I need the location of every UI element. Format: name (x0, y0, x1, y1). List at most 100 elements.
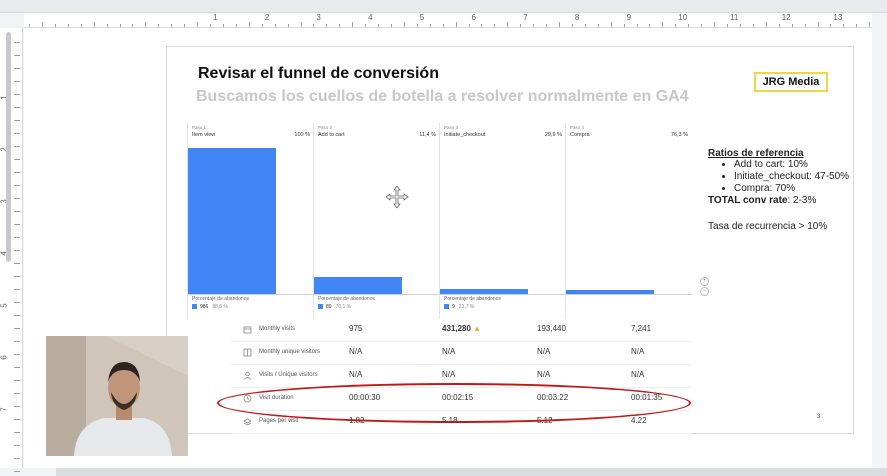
ruler-tick (145, 22, 147, 27)
total-conv-rate: TOTAL conv rate: 2-3% (708, 195, 858, 207)
ruler-tick (29, 24, 31, 27)
abandon-percent: 23,7 % (458, 304, 475, 310)
step-name: Compra (570, 132, 590, 138)
ruler-tick (442, 24, 444, 27)
metric-label: Monthly visits (259, 326, 296, 332)
vertical-scrollbar[interactable] (6, 32, 11, 262)
ruler-tick (274, 24, 276, 27)
grid-icon (243, 348, 252, 357)
ruler-number: 1 (213, 13, 218, 22)
metric-label: Visits / Unique visitors (259, 372, 318, 378)
ruler-tick (93, 22, 95, 27)
ruler-tick (727, 24, 729, 27)
slide-subtitle[interactable]: Buscamos los cuellos de botella a resolv… (196, 88, 689, 106)
zoom-in-icon[interactable]: + (700, 277, 709, 286)
ruler-tick (158, 24, 160, 27)
abandon-count: 986 (200, 304, 209, 310)
metric-value: 7,241 (631, 324, 651, 333)
bar-track (314, 148, 440, 295)
funnel-bar[interactable] (440, 289, 528, 294)
ruler-tick (106, 24, 108, 27)
ruler-tick (14, 42, 20, 43)
ruler-tick (14, 133, 20, 134)
ruler-tick (675, 24, 677, 27)
ruler-tick (171, 24, 173, 27)
ruler-tick (571, 24, 573, 27)
ruler-tick (869, 22, 871, 27)
ruler-tick (14, 250, 20, 251)
step-percent: 29,9 % (544, 132, 562, 138)
horizontal-scrollbar[interactable] (56, 468, 887, 476)
calendar-icon (243, 326, 252, 334)
ruler-tick (14, 211, 20, 212)
slide[interactable]: Revisar el funnel de conversión Buscamos… (166, 46, 854, 434)
ruler-tick (455, 22, 457, 27)
ruler-tick (14, 341, 20, 342)
layers-icon (243, 418, 252, 426)
ruler-number: 5 (419, 13, 425, 22)
metric-value: N/A (442, 370, 455, 379)
ruler-tick (14, 185, 20, 186)
ruler-tick (210, 24, 212, 27)
metric-value: N/A (537, 347, 550, 356)
ruler-tick (468, 24, 470, 27)
abandon-count: 9 (452, 304, 455, 310)
ruler-tick (287, 24, 289, 27)
ruler-tick (119, 24, 121, 27)
annotation-ellipse (217, 383, 691, 423)
metric-value-text: N/A (537, 347, 551, 356)
funnel-bar[interactable] (314, 277, 402, 294)
ruler-tick (714, 22, 716, 27)
funnel-step[interactable]: Paso 1 Item view 100 % Porcentaje de abando… (187, 123, 314, 319)
vertical-ruler[interactable]: 1234567 (0, 28, 23, 472)
ruler-tick (701, 24, 703, 27)
ruler-tick (559, 22, 560, 27)
funnel-step[interactable]: Paso 3 Initiate_checkout 29,9 % Porcentaje … (439, 123, 566, 319)
ruler-tick (14, 380, 20, 381)
metric-value: N/A (442, 347, 455, 356)
ratio-item: Add to cart: 10% (734, 159, 858, 171)
slide-title[interactable]: Revisar el funnel de conversión (198, 65, 439, 83)
step-name: Add to cart (318, 132, 345, 138)
horizontal-ruler[interactable]: 1 2 3 4 5 6 7 8 9 10 11 12 13 (24, 13, 872, 28)
ratios-text-box[interactable]: Ratios de referencia Add to cart: 10% In… (708, 148, 858, 232)
step-percent: 100 % (294, 132, 310, 138)
abandon-percent: 88,6 % (212, 304, 228, 310)
metric-value-text: N/A (631, 347, 645, 356)
ruler-tick (390, 24, 392, 27)
ruler-number: 3 (316, 13, 321, 22)
abandon-row: 89 70,1 % (318, 304, 351, 310)
webcam-video (46, 336, 188, 456)
metric-value: N/A (349, 370, 362, 379)
ruler-tick (14, 224, 20, 225)
funnel-bar[interactable] (188, 148, 276, 294)
ruler-tick (14, 172, 20, 173)
ruler-tick (235, 24, 237, 27)
ruler-tick (14, 328, 20, 329)
metric-value-text: 431,280 (442, 324, 471, 333)
ruler-tick (222, 24, 224, 27)
ruler-tick (817, 22, 819, 27)
ruler-tick (778, 24, 780, 27)
ruler-tick (830, 24, 832, 27)
ruler-number: 7 (523, 13, 528, 22)
funnel-bar[interactable] (566, 290, 654, 294)
metric-value: N/A (349, 347, 362, 356)
ratios-list: Add to cart: 10% Initiate_checkout: 47-5… (708, 159, 858, 195)
metric-value: 975 (349, 324, 362, 333)
ruler-tick (300, 22, 302, 27)
ruler-tick (339, 24, 341, 27)
ruler-tick (248, 22, 250, 27)
ruler-tick (80, 24, 82, 27)
ruler-tick (14, 146, 20, 147)
funnel-chart[interactable]: Paso 1 Item view 100 % Porcentaje de abando… (187, 123, 709, 319)
ruler-tick (352, 22, 354, 27)
funnel-step[interactable]: Paso 2 Add to cart 11,4 % Porcentaje de aba… (313, 123, 440, 319)
ruler-tick (533, 24, 535, 27)
metric-row: Monthly unique visitors N/A N/A N/A N/A (231, 342, 691, 365)
ruler-tick (14, 289, 20, 290)
funnel-step[interactable]: Paso 4 Compra 76,3 % (565, 123, 692, 319)
metric-value-text: 4.22 (631, 416, 647, 425)
zoom-out-icon[interactable]: − (700, 287, 709, 296)
metric-value-text: 193,440 (537, 324, 566, 333)
